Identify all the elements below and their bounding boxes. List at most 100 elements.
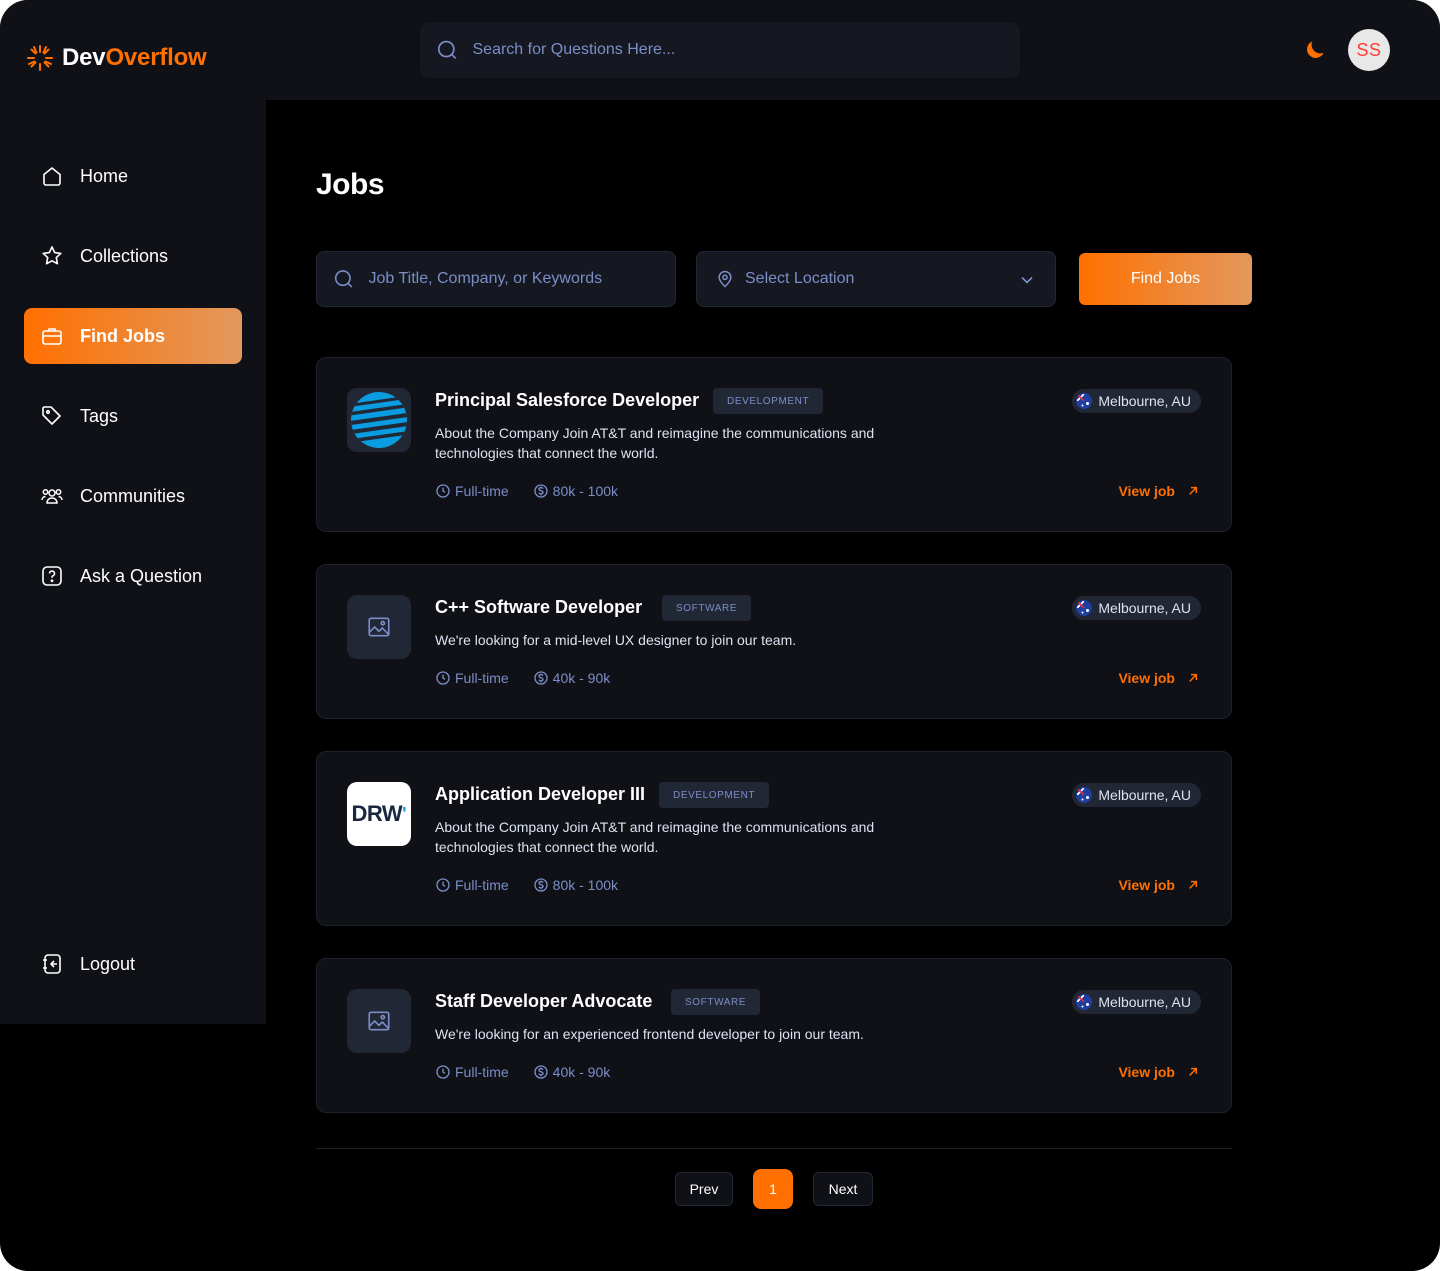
job-card: Principal Salesforce Developer DEVELOPME… bbox=[316, 357, 1232, 532]
job-description: About the Company Join AT&T and reimagin… bbox=[435, 819, 875, 855]
star-icon bbox=[42, 246, 62, 265]
employment-type: Full-time bbox=[435, 877, 509, 893]
salary-text: 40k - 90k bbox=[552, 670, 611, 686]
view-job-link[interactable]: View job bbox=[1118, 1064, 1201, 1080]
job-title[interactable]: Staff Developer Advocate bbox=[435, 991, 652, 1012]
location-pin-icon bbox=[718, 270, 732, 288]
sidebar-item-label: Collections bbox=[80, 245, 169, 266]
home-icon bbox=[43, 166, 61, 186]
job-title[interactable]: Application Developer III bbox=[435, 784, 645, 805]
location-text: Melbourne, AU bbox=[1098, 787, 1191, 803]
search-icon bbox=[334, 270, 353, 288]
job-location: Melbourne, AU bbox=[1072, 783, 1201, 807]
currency-icon bbox=[534, 671, 548, 685]
job-card: DRW ' Application Developer III DEVELOPME… bbox=[316, 751, 1232, 926]
clock-icon bbox=[436, 878, 450, 892]
view-job-link[interactable]: View job bbox=[1118, 483, 1201, 499]
clock-icon bbox=[436, 671, 450, 685]
salary: 80k - 100k bbox=[533, 483, 618, 499]
australia-flag-icon bbox=[1076, 787, 1093, 803]
clock-icon bbox=[436, 484, 450, 498]
job-description: We're looking for an experienced fronten… bbox=[435, 1026, 864, 1042]
sidebar-item-ask-question[interactable]: Ask a Question bbox=[24, 548, 242, 604]
image-placeholder-icon bbox=[368, 1011, 390, 1031]
arrow-up-right-icon bbox=[1189, 880, 1198, 889]
global-search[interactable] bbox=[420, 22, 1020, 78]
next-page-button[interactable]: Next bbox=[813, 1172, 873, 1206]
drw-logo-text: DRW bbox=[351, 801, 403, 826]
sidebar-item-find-jobs[interactable]: Find Jobs bbox=[24, 308, 242, 364]
prev-page-button[interactable]: Prev bbox=[675, 1172, 733, 1206]
clock-icon bbox=[436, 1065, 450, 1079]
salary: 40k - 90k bbox=[533, 670, 611, 686]
location-text: Melbourne, AU bbox=[1098, 600, 1191, 616]
job-title[interactable]: Principal Salesforce Developer bbox=[435, 390, 699, 411]
employment-type: Full-time bbox=[435, 670, 509, 686]
find-jobs-button[interactable]: Find Jobs bbox=[1079, 253, 1252, 305]
job-tag: SOFTWARE bbox=[662, 595, 752, 621]
att-logo-icon bbox=[351, 392, 407, 448]
question-icon bbox=[42, 566, 62, 586]
salary-text: 80k - 100k bbox=[552, 877, 619, 893]
job-tag: DEVELOPMENT bbox=[713, 388, 824, 414]
salary: 80k - 100k bbox=[533, 877, 618, 893]
employment-text: Full-time bbox=[455, 483, 509, 499]
job-search[interactable] bbox=[316, 251, 676, 307]
avatar[interactable]: SS bbox=[1348, 29, 1390, 71]
global-search-input[interactable] bbox=[472, 41, 1020, 59]
company-logo bbox=[347, 388, 411, 452]
image-placeholder-icon bbox=[368, 617, 390, 637]
job-title[interactable]: C++ Software Developer bbox=[435, 597, 642, 618]
pagination-divider bbox=[316, 1148, 1232, 1149]
currency-icon bbox=[534, 1065, 548, 1079]
job-meta: Full-time 80k - 100k bbox=[435, 483, 618, 499]
sidebar-item-communities[interactable]: Communities bbox=[24, 468, 242, 524]
sidebar-item-home[interactable]: Home bbox=[24, 148, 242, 204]
sidebar-item-label: Home bbox=[80, 165, 129, 186]
employment-type: Full-time bbox=[435, 483, 509, 499]
location-text: Melbourne, AU bbox=[1098, 393, 1191, 409]
job-location: Melbourne, AU bbox=[1072, 389, 1201, 413]
company-logo bbox=[347, 989, 411, 1053]
currency-icon bbox=[534, 878, 548, 892]
view-job-label: View job bbox=[1118, 670, 1175, 686]
job-meta: Full-time 40k - 90k bbox=[435, 1064, 610, 1080]
australia-flag-icon bbox=[1076, 994, 1093, 1010]
current-page-number[interactable]: 1 bbox=[753, 1169, 793, 1209]
salary-text: 80k - 100k bbox=[552, 483, 619, 499]
salary-text: 40k - 90k bbox=[552, 1064, 611, 1080]
view-job-link[interactable]: View job bbox=[1118, 877, 1201, 893]
location-select[interactable]: Select Location bbox=[696, 251, 1056, 307]
app-frame: DevOverflow Home Collections Find Jobs T… bbox=[0, 0, 1440, 1271]
sidebar-item-tags[interactable]: Tags bbox=[24, 388, 242, 444]
drw-logo-mark: ' bbox=[402, 803, 407, 824]
sidebar-item-label: Communities bbox=[80, 485, 186, 506]
search-icon bbox=[437, 40, 457, 60]
chevron-down-icon bbox=[1021, 276, 1033, 284]
employment-text: Full-time bbox=[455, 877, 509, 893]
job-search-input[interactable] bbox=[368, 270, 675, 288]
tag-icon bbox=[42, 406, 61, 425]
view-job-link[interactable]: View job bbox=[1118, 670, 1201, 686]
moon-icon[interactable] bbox=[1302, 37, 1328, 63]
logo[interactable]: DevOverflow bbox=[24, 42, 207, 74]
job-tag: SOFTWARE bbox=[671, 989, 761, 1015]
company-logo: DRW ' bbox=[347, 782, 411, 846]
job-meta: Full-time 40k - 90k bbox=[435, 670, 610, 686]
page-title: Jobs bbox=[316, 168, 385, 201]
sidebar-item-collections[interactable]: Collections bbox=[24, 228, 242, 284]
users-icon bbox=[41, 489, 63, 504]
employment-type: Full-time bbox=[435, 1064, 509, 1080]
job-description: About the Company Join AT&T and reimagin… bbox=[435, 425, 875, 461]
sidebar-item-label: Ask a Question bbox=[80, 565, 203, 586]
job-card: C++ Software Developer SOFTWARE Melbourn… bbox=[316, 564, 1232, 719]
location-placeholder: Select Location bbox=[745, 270, 855, 287]
currency-icon bbox=[534, 484, 548, 498]
logout-label: Logout bbox=[80, 953, 136, 974]
location-text: Melbourne, AU bbox=[1098, 994, 1191, 1010]
job-meta: Full-time 80k - 100k bbox=[435, 877, 618, 893]
view-job-label: View job bbox=[1118, 1064, 1175, 1080]
job-description: We're looking for a mid-level UX designe… bbox=[435, 632, 797, 648]
logout-button[interactable]: Logout bbox=[24, 936, 242, 992]
left-sidebar: DevOverflow Home Collections Find Jobs T… bbox=[0, 0, 266, 1024]
